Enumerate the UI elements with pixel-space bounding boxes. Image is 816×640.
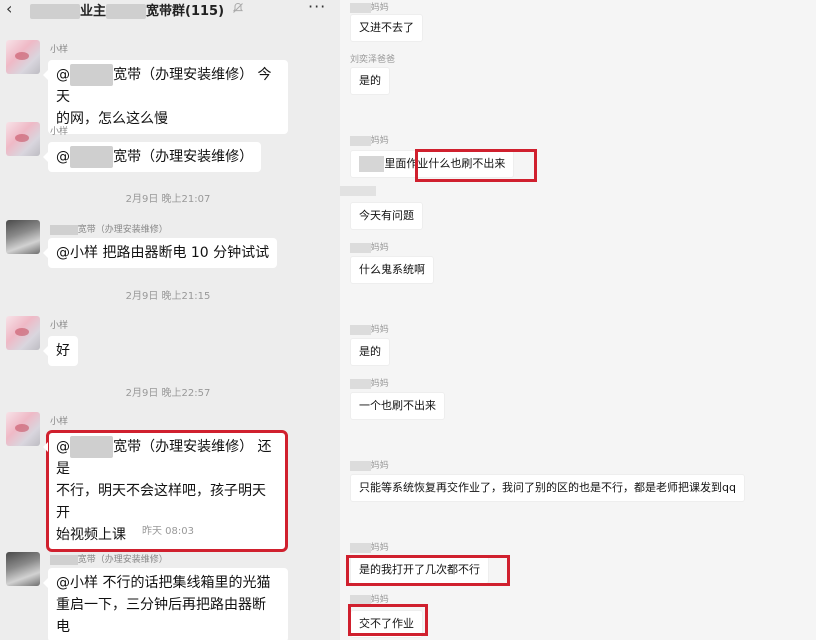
- chat-title-prefix: 业主: [80, 4, 107, 19]
- parents-chat-panel: ███妈妈 又进不去了 刘奕泽爸爸 是的 ███妈妈 ███里面作业什么也刷不出…: [340, 0, 816, 640]
- mention-redaction: ████: [70, 64, 114, 86]
- sender-name: ███妈妈: [350, 458, 389, 471]
- sender-name-text: 妈妈: [370, 3, 389, 13]
- sender-redaction: ████: [50, 555, 78, 565]
- message-bubble[interactable]: 好: [43, 336, 78, 366]
- sender-name: ███妈妈: [350, 133, 389, 146]
- avatar[interactable]: [6, 412, 40, 446]
- message-bubble[interactable]: @████宽带（办理安装维修） 今天 的网，怎么这么慢: [43, 60, 288, 134]
- group-chat-panel: ‹ █████业主████宽带群(115) ··· 小样 @████宽带（办理安…: [0, 0, 336, 640]
- sender-name: ████宽带（办理安装维修）: [50, 552, 168, 565]
- avatar[interactable]: [6, 220, 40, 254]
- avatar[interactable]: [6, 40, 40, 74]
- message-bubble[interactable]: @小样 把路由器断电 10 分钟试试: [42, 238, 278, 268]
- message-bubble[interactable]: 今天有问题: [350, 202, 423, 230]
- sender-name: ███妈妈: [350, 540, 389, 553]
- sender-name: ███妈妈: [350, 322, 389, 335]
- sender-redaction: ███: [350, 136, 371, 146]
- timestamp: 2月9日 晚上21:15: [125, 291, 211, 302]
- message-bubble[interactable]: 是的: [350, 338, 390, 366]
- mention-redaction: ████: [70, 146, 114, 168]
- message-bubble[interactable]: 又进不去了: [350, 14, 423, 42]
- timestamp: 昨天 08:03: [142, 526, 194, 537]
- sender-name: ███妈妈: [350, 376, 389, 389]
- message-bubble[interactable]: @████宽带（办理安装维修）: [42, 142, 262, 172]
- sender-name: 刘奕泽爸爸: [350, 55, 396, 65]
- highlight-box: [415, 149, 537, 182]
- mention: @: [56, 439, 70, 455]
- bubble-line: 电: [56, 619, 70, 635]
- sender-redaction: ████: [50, 225, 78, 235]
- sender-name: 小样: [50, 45, 69, 55]
- timestamp: 2月9日 晚上21:07: [125, 194, 211, 205]
- sender-name-text: 妈妈: [370, 325, 389, 335]
- sender-name-text: 妈妈: [370, 136, 389, 146]
- message-bubble[interactable]: 只能等系统恢复再交作业了，我问了别的区的也是不行，都是老师把课发到qq: [350, 474, 745, 502]
- highlight-box: [348, 604, 428, 636]
- sender-redaction: ███: [350, 3, 371, 13]
- screenshot-composite: ‹ █████业主████宽带群(115) ··· 小样 @████宽带（办理安…: [0, 0, 816, 640]
- mention: @: [56, 149, 70, 165]
- message-bubble[interactable]: 一个也刷不出来: [350, 392, 445, 420]
- title-redaction: █████: [30, 4, 80, 19]
- sender-redaction: ███: [350, 325, 371, 335]
- sender-name: ███妈妈: [350, 240, 389, 253]
- sender-name: 小样: [50, 127, 69, 137]
- avatar[interactable]: [6, 552, 40, 586]
- mention: @: [56, 67, 70, 83]
- sender-redaction: ███: [350, 243, 371, 253]
- avatar[interactable]: [6, 316, 40, 350]
- avatar-redaction: [340, 186, 376, 196]
- sender-name-text: 妈妈: [370, 543, 389, 553]
- sender-name: 小样: [50, 417, 69, 427]
- sender-name: ████宽带（办理安装维修）: [50, 222, 168, 235]
- sender-name-text: 妈妈: [370, 461, 389, 471]
- message-bubble[interactable]: 什么鬼系统啊: [350, 256, 434, 284]
- chat-title: █████业主████宽带群(115): [30, 0, 224, 19]
- bubble-line: 的网，怎么这么慢: [56, 111, 168, 127]
- sender-redaction: ███: [350, 461, 371, 471]
- mention-redaction: ████: [70, 436, 114, 458]
- chat-header: ‹ █████业主████宽带群(115) ···: [0, 0, 336, 19]
- sender-redaction: ███: [350, 379, 371, 389]
- avatar[interactable]: [6, 122, 40, 156]
- bubble-line: 重启一下，三分钟后再把路由器断: [56, 597, 266, 613]
- bubble-line: @████宽带（办理安装维修） 还是: [56, 436, 278, 480]
- back-chevron-icon[interactable]: ‹: [6, 0, 12, 18]
- sender-name-text: 宽带（办理安装维修）: [77, 225, 168, 235]
- more-dots-icon[interactable]: ···: [308, 0, 326, 16]
- message-bubble[interactable]: @小样 不行的话把集线箱里的光猫 重启一下，三分钟后再把路由器断 电: [43, 568, 288, 640]
- bubble-line: @████宽带（办理安装维修） 今天: [56, 64, 280, 108]
- bell-muted-icon: [232, 2, 244, 13]
- sender-name-text: 妈妈: [370, 243, 389, 253]
- sender-name-text: 宽带（办理安装维修）: [77, 555, 168, 565]
- sender-name-text: 妈妈: [370, 379, 389, 389]
- highlight-box: [346, 555, 510, 586]
- sender-name: 小样: [50, 321, 69, 331]
- message-bubble[interactable]: 是的: [350, 67, 390, 95]
- text-redaction: ███: [359, 156, 385, 172]
- sender-name: ███妈妈: [350, 0, 389, 13]
- bubble-text: 宽带（办理安装维修）: [113, 149, 254, 165]
- bubble-line: @小样 不行的话把集线箱里的光猫: [56, 575, 271, 591]
- bubble-line: 不行，明天不会这样吧，孩子明天开: [56, 483, 266, 521]
- sender-redaction: ███: [350, 543, 371, 553]
- timestamp: 2月9日 晚上22:57: [125, 388, 211, 399]
- title-redaction: ████: [106, 4, 147, 19]
- chat-title-suffix: 宽带群(115): [146, 4, 225, 19]
